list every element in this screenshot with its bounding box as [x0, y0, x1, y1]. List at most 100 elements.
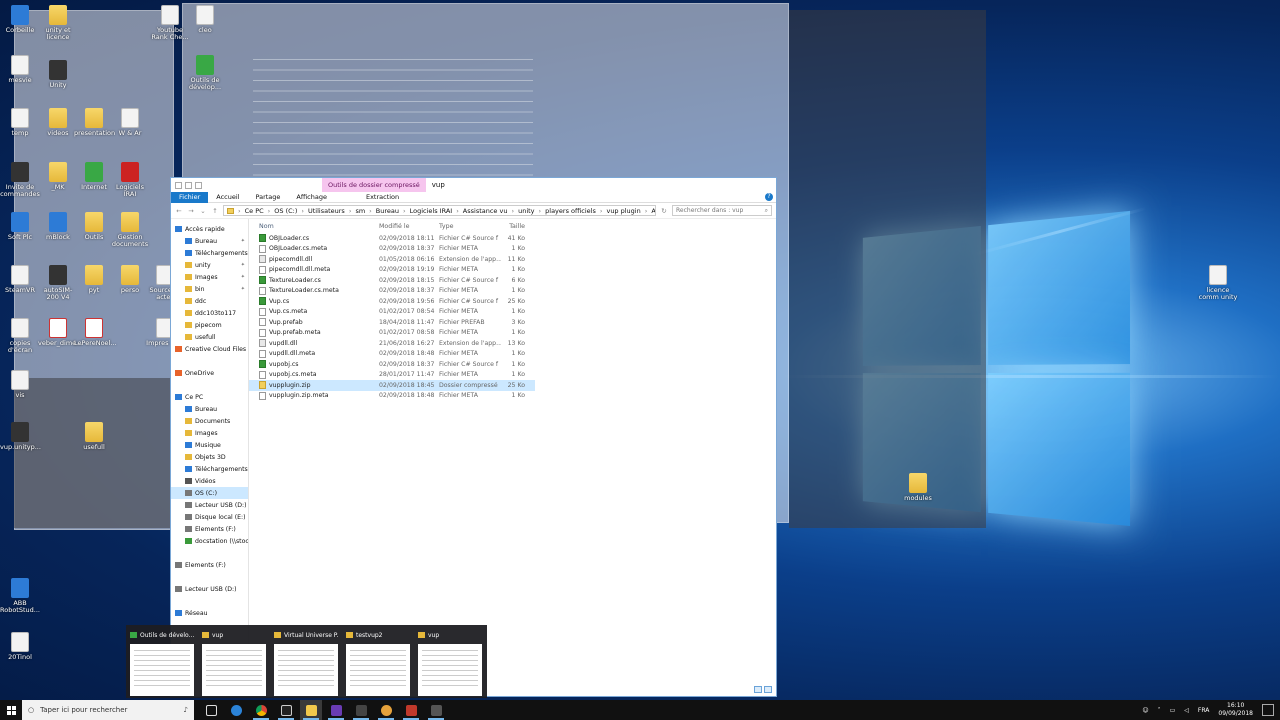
desktop-icon[interactable]: Outils: [74, 212, 114, 241]
nav-item[interactable]: Accès rapide: [171, 223, 248, 235]
desktop-icon[interactable]: Soft Plc: [0, 212, 40, 241]
nav-item[interactable]: Vidéos: [171, 475, 248, 487]
file-row[interactable]: vupplugin.zip 02/09/2018 18:45 Dossier com…: [249, 380, 535, 391]
nav-item[interactable]: Elements (F:): [171, 559, 248, 571]
language-indicator[interactable]: FRA: [1198, 707, 1209, 714]
tab-extraction[interactable]: Extraction: [358, 192, 407, 203]
breadcrumb-separator-icon[interactable]: ›: [268, 207, 271, 215]
breadcrumb-separator-icon[interactable]: ›: [645, 207, 648, 215]
quick-access-toolbar[interactable]: [171, 181, 202, 189]
breadcrumb-item[interactable]: OS (C:): [274, 207, 297, 215]
desktop-icon[interactable]: modules: [898, 473, 938, 502]
pin-icon[interactable]: ✦: [241, 286, 245, 292]
breadcrumb-separator-icon[interactable]: ›: [349, 207, 352, 215]
file-row[interactable]: vupplugin.zip.meta 02/09/2018 18:48 Fichie…: [249, 391, 535, 402]
nav-item[interactable]: Objets 3D: [171, 451, 248, 463]
nav-item[interactable]: Ce PC: [171, 391, 248, 403]
nav-item[interactable]: Musique: [171, 439, 248, 451]
paint-icon[interactable]: [375, 700, 397, 720]
desktop-icon[interactable]: presentation: [74, 108, 115, 137]
desktop-icon[interactable]: Corbeille: [0, 5, 40, 34]
breadcrumb-item[interactable]: players officiels: [545, 207, 596, 215]
nav-item[interactable]: docstation (\\stock: [171, 535, 248, 547]
column-type[interactable]: Type: [439, 223, 501, 230]
file-row[interactable]: pipecomdll.dll.meta 02/09/2018 19:19 Fichi…: [249, 265, 535, 276]
file-row[interactable]: vupobj.cs 02/09/2018 18:37 Fichier C# Sour…: [249, 359, 535, 370]
desktop-icon[interactable]: Internet: [74, 162, 114, 191]
breadcrumb-item[interactable]: Ce PC: [245, 207, 264, 215]
visual-studio-icon[interactable]: [325, 700, 347, 720]
breadcrumb-item[interactable]: Logiciels IRAI: [410, 207, 453, 215]
desktop-icon[interactable]: vis: [0, 370, 40, 399]
breadcrumb-separator-icon[interactable]: ›: [456, 207, 459, 215]
desktop-icon[interactable]: Outils de dévelop...: [185, 55, 225, 91]
nav-item[interactable]: Réseau: [171, 607, 248, 619]
nav-item[interactable]: Téléchargements✦: [171, 247, 248, 259]
properties-icon[interactable]: [185, 181, 192, 189]
nav-item[interactable]: Elements (F:): [171, 523, 248, 535]
unity-editor-icon[interactable]: [425, 700, 447, 720]
taskbar-thumbnail[interactable]: Virtual Universe P...: [274, 629, 338, 696]
action-center-icon[interactable]: [1262, 704, 1274, 716]
taskbar-thumbnail[interactable]: Outils de dévelo...: [130, 629, 194, 696]
desktop-icon[interactable]: autoSIM-200 V4: [38, 265, 78, 301]
taskbar-search-box[interactable]: ○ Taper ici pour rechercher ♪: [22, 700, 194, 720]
nav-item[interactable]: Lecteur USB (D:): [171, 583, 248, 595]
breadcrumb-item[interactable]: sm: [355, 207, 365, 215]
breadcrumb-separator-icon[interactable]: ›: [511, 207, 514, 215]
nav-item[interactable]: bin ✦: [171, 283, 248, 295]
navigation-pane[interactable]: Accès rapideBureau✦Téléchargements✦unity…: [171, 219, 249, 695]
breadcrumb-separator-icon[interactable]: ›: [539, 207, 542, 215]
microphone-icon[interactable]: ♪: [184, 706, 188, 714]
desktop-icon[interactable]: pyt: [74, 265, 114, 294]
unity-hub-icon[interactable]: [350, 700, 372, 720]
desktop-icon[interactable]: Invite de commandes: [0, 162, 40, 198]
nav-item[interactable]: usefull: [171, 331, 248, 343]
desktop-icon[interactable]: vup.unityp...: [0, 422, 41, 451]
file-list[interactable]: Nom Modifié le Type Taille OBJLoader.cs 0…: [249, 219, 776, 695]
app-icon[interactable]: [400, 700, 422, 720]
breadcrumb-item[interactable]: Assistance vu: [463, 207, 508, 215]
desktop-icon[interactable]: Gestion documents: [110, 212, 150, 248]
desktop-icon[interactable]: copies d'écran: [0, 318, 40, 354]
file-row[interactable]: vupdll.dll.meta 02/09/2018 18:48 Fichier M…: [249, 349, 535, 360]
desktop-icon[interactable]: temp: [0, 108, 40, 137]
breadcrumb-separator-icon[interactable]: ›: [403, 207, 406, 215]
desktop-icon[interactable]: perso: [110, 265, 150, 294]
nav-item[interactable]: Disque local (E:): [171, 511, 248, 523]
nav-item[interactable]: Images: [171, 427, 248, 439]
file-explorer-icon[interactable]: [300, 700, 322, 720]
column-date[interactable]: Modifié le: [379, 223, 439, 230]
tab-partage[interactable]: Partage: [247, 192, 288, 203]
file-row[interactable]: Vup.cs 02/09/2018 19:56 Fichier C# Source …: [249, 296, 535, 307]
edge-icon[interactable]: [225, 700, 247, 720]
clock[interactable]: 16:10 09/09/2018: [1218, 702, 1253, 718]
taskbar-thumbnail[interactable]: vup: [418, 629, 482, 696]
people-icon[interactable]: ☺: [1142, 707, 1148, 714]
taskbar-thumbnail[interactable]: testvup2: [346, 629, 410, 696]
nav-item[interactable]: Creative Cloud Files: [171, 343, 248, 355]
breadcrumb-item[interactable]: unity: [518, 207, 534, 215]
desktop-icon[interactable]: LePereNoel...: [74, 318, 117, 347]
details-view-icon[interactable]: [754, 686, 762, 693]
tray-chevron-icon[interactable]: ˄: [1158, 707, 1161, 714]
desktop-icon[interactable]: W & Ar: [110, 108, 150, 137]
column-size[interactable]: Taille: [501, 223, 525, 230]
column-name[interactable]: Nom: [249, 223, 379, 230]
desktop-icon[interactable]: Youtube Rank Che...: [150, 5, 190, 41]
desktop-icon[interactable]: unity et licence: [38, 5, 78, 41]
back-arrow-icon[interactable]: ←: [175, 207, 183, 215]
file-explorer-window[interactable]: Outils de dossier compressé vup Fichier …: [170, 177, 777, 697]
nav-item[interactable]: ddc: [171, 295, 248, 307]
breadcrumb-item[interactable]: vup plugin: [606, 207, 640, 215]
desktop-icon[interactable]: licence comm unity: [1198, 265, 1238, 301]
breadcrumb-separator-icon[interactable]: ›: [238, 207, 241, 215]
file-row[interactable]: vupdll.dll 21/06/2018 16:27 Extension de l…: [249, 338, 535, 349]
tab-accueil[interactable]: Accueil: [208, 192, 247, 203]
breadcrumb-separator-icon[interactable]: ›: [600, 207, 603, 215]
large-icons-view-icon[interactable]: [764, 686, 772, 693]
desktop-icon[interactable]: veber_dime...: [38, 318, 82, 347]
pin-icon[interactable]: ✦: [241, 262, 245, 268]
breadcrumb-item[interactable]: Assets: [651, 207, 655, 215]
desktop-icon[interactable]: videos: [38, 108, 78, 137]
